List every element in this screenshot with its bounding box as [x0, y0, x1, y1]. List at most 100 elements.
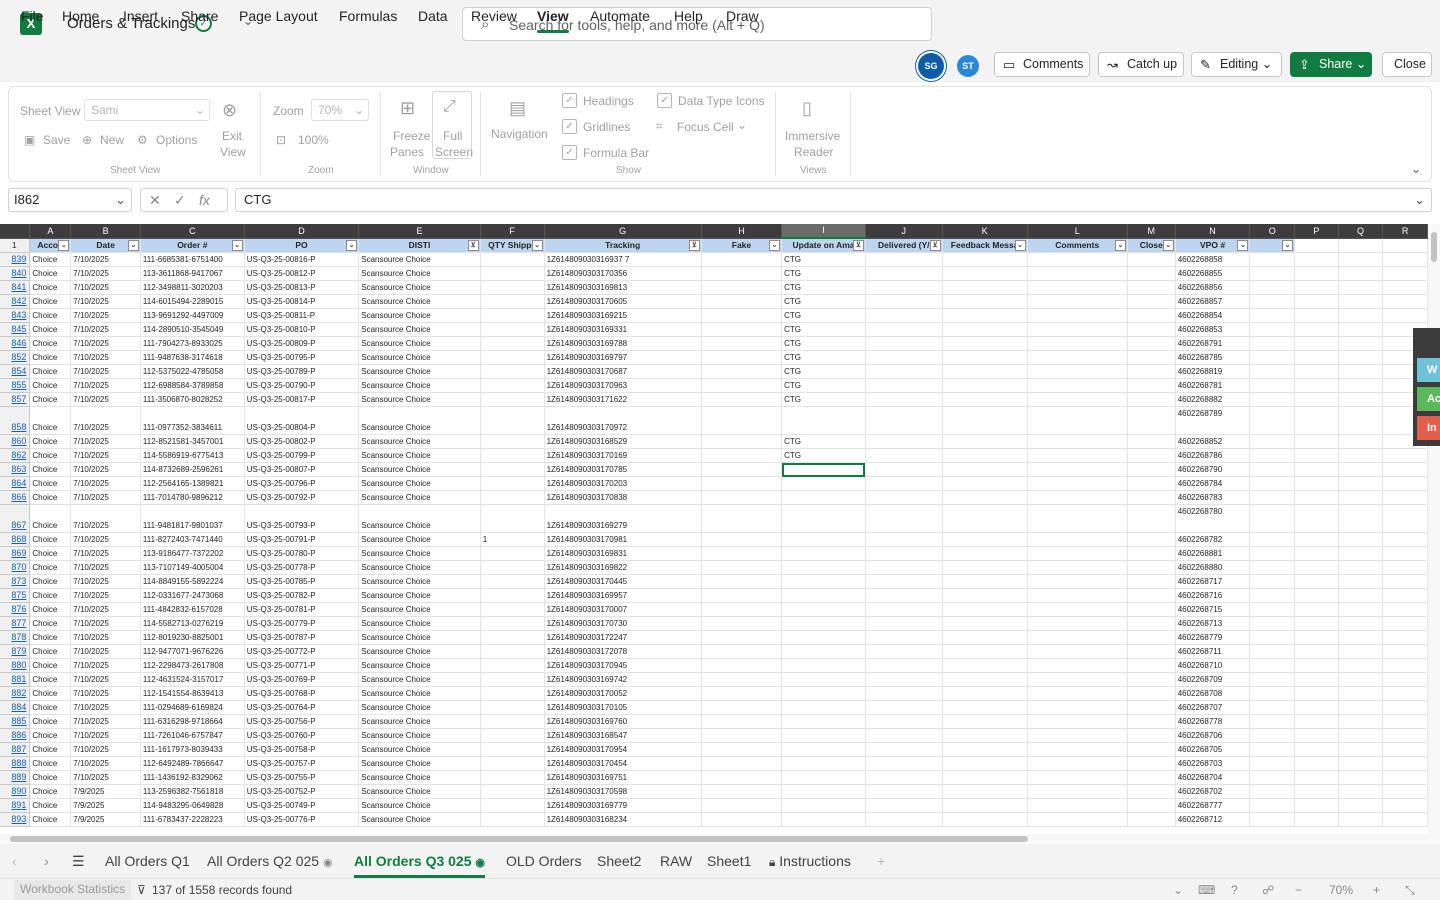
cell[interactable]	[701, 630, 783, 645]
data-type-icons-checkbox[interactable]: ✓	[657, 93, 672, 108]
cell[interactable]: Scansource Choice	[358, 672, 481, 687]
cell[interactable]	[1338, 406, 1384, 435]
cell[interactable]	[942, 700, 1028, 715]
cell[interactable]	[1127, 784, 1176, 799]
cell[interactable]: 7/10/2025	[70, 588, 141, 603]
cell[interactable]: 7/10/2025	[70, 336, 141, 351]
cell[interactable]: Choice	[29, 308, 72, 323]
cell[interactable]	[1249, 616, 1296, 631]
cell[interactable]	[1249, 266, 1296, 281]
cell[interactable]: 1Z6148090303170605	[544, 294, 702, 309]
cell[interactable]	[1127, 546, 1176, 561]
zoom-in-icon[interactable]: +	[1373, 883, 1380, 897]
cell[interactable]	[942, 784, 1028, 799]
cell[interactable]: 7/10/2025	[70, 476, 141, 491]
cell[interactable]	[781, 784, 866, 799]
cell[interactable]	[1294, 644, 1339, 659]
tab-sheet1[interactable]: Sheet1	[707, 853, 751, 869]
cell[interactable]	[1027, 714, 1128, 729]
cell[interactable]	[865, 406, 943, 435]
cell[interactable]	[942, 630, 1028, 645]
row-header[interactable]: 1	[0, 238, 31, 253]
cell[interactable]: Scansource Choice	[358, 602, 481, 617]
cell[interactable]	[781, 686, 866, 701]
scroll-thumb[interactable]	[10, 836, 1028, 842]
cell[interactable]: Scansource Choice	[358, 770, 481, 785]
cell[interactable]: 114-9483295-0649828	[140, 798, 245, 813]
column-header-m[interactable]: M	[1127, 224, 1176, 239]
cell[interactable]: 4602268704	[1175, 770, 1251, 785]
cell[interactable]	[1027, 644, 1128, 659]
cell[interactable]	[1249, 350, 1296, 365]
cell[interactable]	[781, 812, 866, 827]
cell[interactable]: 7/10/2025	[70, 364, 141, 379]
cell[interactable]	[480, 742, 545, 757]
cell[interactable]: 4602268708	[1175, 686, 1251, 701]
cell[interactable]: Scansource Choice	[358, 532, 481, 547]
cell[interactable]: Choice	[29, 336, 72, 351]
share-button[interactable]: ⇪ Share ⌄	[1290, 52, 1372, 77]
header-cell[interactable]: ⌄	[1249, 238, 1296, 253]
cell[interactable]	[1249, 546, 1296, 561]
cell[interactable]	[865, 742, 943, 757]
cell[interactable]	[480, 714, 545, 729]
row-header[interactable]: 868	[0, 532, 31, 547]
header-cell[interactable]	[1338, 238, 1384, 253]
cell[interactable]	[1127, 672, 1176, 687]
row-header[interactable]: 864	[0, 476, 31, 491]
freeze-panes-label-2[interactable]: Panes	[390, 145, 424, 159]
cell[interactable]: US-Q3-25-00776-P	[244, 812, 360, 827]
cell[interactable]: Scansource Choice	[358, 728, 481, 743]
cell[interactable]: 4602268713	[1175, 616, 1251, 631]
cell[interactable]	[1127, 406, 1176, 435]
options-button[interactable]: Options	[156, 133, 197, 147]
cell[interactable]	[480, 700, 545, 715]
cell[interactable]: 4602268852	[1175, 434, 1251, 449]
cell[interactable]	[701, 336, 783, 351]
header-cell[interactable]: Order # ⌄	[140, 238, 245, 253]
cell[interactable]	[781, 574, 866, 589]
cell[interactable]	[1127, 560, 1176, 575]
cell[interactable]	[1249, 672, 1296, 687]
cell[interactable]	[942, 756, 1028, 771]
filter-dropdown-icon[interactable]: ⌄	[1014, 239, 1026, 251]
cell[interactable]	[1382, 756, 1428, 771]
exit-view-label-1[interactable]: Exit	[222, 129, 242, 143]
catch-up-button[interactable]: ↝ Catch up	[1098, 52, 1184, 77]
row-header[interactable]: 878	[0, 630, 31, 645]
cell[interactable]: Choice	[29, 266, 72, 281]
cell[interactable]: Choice	[29, 392, 72, 407]
cell[interactable]: 7/10/2025	[70, 644, 141, 659]
cell[interactable]: 4602268790	[1175, 462, 1251, 477]
cell[interactable]: 111-7261046-6757847	[140, 728, 245, 743]
cell[interactable]	[480, 630, 545, 645]
cell[interactable]	[1249, 322, 1296, 337]
cell[interactable]	[480, 336, 545, 351]
cell[interactable]: Choice	[29, 560, 72, 575]
cell[interactable]	[1338, 798, 1384, 813]
cell[interactable]: Choice	[29, 294, 72, 309]
cell[interactable]	[942, 336, 1028, 351]
cell[interactable]	[942, 616, 1028, 631]
cell[interactable]: US-Q3-25-00771-P	[244, 658, 360, 673]
cell[interactable]: Scansource Choice	[358, 742, 481, 757]
cell[interactable]: Choice	[29, 756, 72, 771]
cell[interactable]: 4602268705	[1175, 742, 1251, 757]
cell[interactable]	[1294, 378, 1339, 393]
cell[interactable]: US-Q3-25-00799-P	[244, 448, 360, 463]
cell[interactable]: US-Q3-25-00812-P	[244, 266, 360, 281]
cell[interactable]: 112-6988584-3789858	[140, 378, 245, 393]
cell[interactable]	[1249, 448, 1296, 463]
close-button[interactable]: Close	[1382, 52, 1432, 77]
cell[interactable]	[865, 378, 943, 393]
filter-dropdown-icon[interactable]: ⌄	[1237, 239, 1249, 251]
cell[interactable]: Scansource Choice	[358, 798, 481, 813]
cell[interactable]: Scansource Choice	[358, 756, 481, 771]
cell[interactable]	[1127, 770, 1176, 785]
cell[interactable]	[781, 476, 866, 491]
fit-screen-icon[interactable]: ⤡	[1405, 883, 1415, 898]
cell[interactable]	[480, 476, 545, 491]
cell[interactable]	[1027, 784, 1128, 799]
cell[interactable]	[865, 728, 943, 743]
cell[interactable]	[480, 350, 545, 365]
